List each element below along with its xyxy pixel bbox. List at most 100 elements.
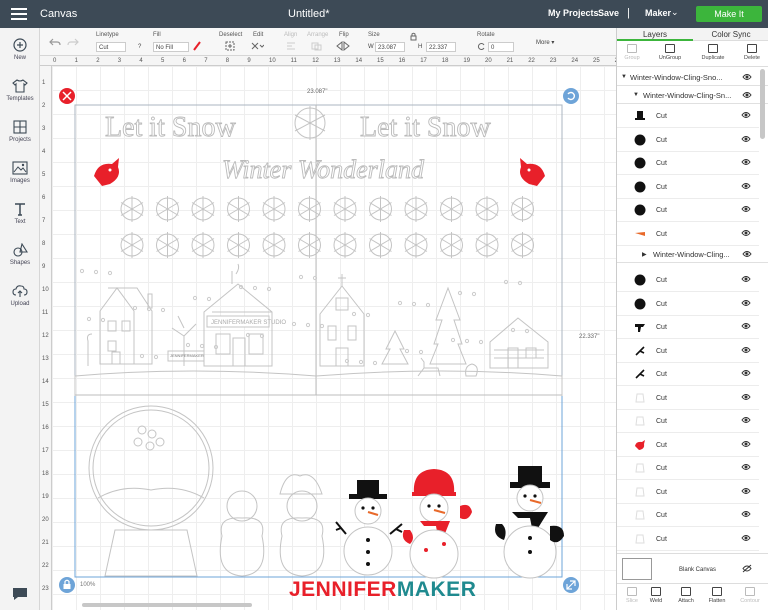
duplicate-button[interactable]: Duplicate — [698, 44, 728, 61]
blank-canvas-row[interactable]: Blank Canvas — [617, 553, 768, 583]
eye-icon[interactable] — [741, 533, 751, 543]
arrange-icon[interactable] — [311, 42, 323, 51]
sidebar-item-images[interactable]: Images — [0, 161, 40, 184]
layer-row[interactable]: Cut — [617, 363, 759, 386]
eye-icon[interactable] — [741, 157, 751, 167]
tab-color-sync[interactable]: Color Sync — [693, 30, 768, 39]
eye-icon[interactable] — [741, 110, 751, 120]
layer-row[interactable]: Cut — [617, 340, 759, 363]
layer-row[interactable]: Cut — [617, 410, 759, 433]
contour-button[interactable]: Contour — [735, 587, 765, 604]
blank-canvas-swatch[interactable] — [622, 558, 652, 580]
layer-row[interactable]: Cut — [617, 129, 759, 152]
snowflake[interactable] — [298, 196, 321, 222]
size-width-input[interactable]: 23.087 — [375, 42, 405, 52]
let-it-snow-text-right[interactable]: Let it Snow — [360, 112, 492, 144]
chevron-down-icon[interactable]: ▼ — [621, 74, 627, 80]
edit-icon[interactable] — [250, 41, 264, 51]
snowflake[interactable] — [440, 232, 463, 258]
sidebar-item-projects[interactable]: Projects — [0, 120, 40, 143]
eye-icon[interactable] — [741, 368, 751, 378]
snowman-black-hat[interactable] — [335, 480, 403, 576]
snowman-outline-2[interactable] — [279, 474, 325, 577]
snowman-outline-1[interactable] — [219, 490, 265, 577]
make-it-button[interactable]: Make It — [696, 6, 762, 22]
red-bird-right[interactable] — [520, 158, 545, 186]
eye-icon[interactable] — [742, 250, 752, 258]
sidebar-item-upload[interactable]: Upload — [0, 284, 40, 307]
layer-row[interactable]: Cut — [617, 199, 759, 222]
layers-scrollbar[interactable] — [760, 69, 765, 139]
snowflake[interactable] — [227, 232, 250, 258]
resize-handle[interactable] — [563, 577, 579, 593]
machine-selector[interactable]: Maker — [645, 8, 671, 18]
sidebar-item-shapes[interactable]: Shapes — [0, 243, 40, 266]
eye-icon[interactable] — [742, 73, 752, 81]
layer-row[interactable]: Cut — [617, 457, 759, 480]
redo-icon[interactable] — [67, 38, 79, 47]
layer-group-nested[interactable]: ▶ Winter-Window-Cling... — [617, 246, 768, 263]
eye-icon[interactable] — [741, 298, 751, 308]
chevron-right-icon[interactable]: ▶ — [642, 251, 647, 258]
snowflake[interactable] — [404, 232, 428, 258]
layer-row[interactable]: Cut — [617, 528, 759, 551]
layer-row[interactable]: Cut — [617, 223, 759, 246]
snowflake[interactable] — [191, 196, 215, 222]
chevron-down-icon[interactable]: ▼ — [633, 92, 639, 98]
lock-icon[interactable] — [410, 32, 417, 41]
design-canvas[interactable]: Let it Snow Let it Snow Winter Wonderlan… — [52, 66, 616, 610]
eye-icon[interactable] — [741, 392, 751, 402]
snowflake[interactable] — [120, 196, 144, 222]
delete-button[interactable]: Delete — [737, 44, 767, 61]
delete-handle[interactable] — [59, 88, 75, 104]
snowflake[interactable] — [227, 196, 250, 222]
snowflake[interactable] — [475, 232, 499, 258]
layer-row[interactable]: Cut — [617, 504, 759, 527]
horizontal-scrollbar[interactable] — [82, 603, 252, 607]
sidebar-item-text[interactable]: Text — [0, 202, 40, 225]
snowflake[interactable] — [298, 232, 321, 258]
snowflake[interactable] — [333, 232, 357, 258]
snowflake[interactable] — [333, 196, 357, 222]
snowflake[interactable] — [475, 196, 499, 222]
snowman-top-hat[interactable] — [495, 466, 564, 579]
eye-icon[interactable] — [741, 228, 751, 238]
eye-icon[interactable] — [741, 204, 751, 214]
tab-layers[interactable]: Layers — [617, 30, 693, 41]
snowflake[interactable] — [262, 232, 286, 258]
layer-row[interactable]: Cut — [617, 105, 759, 128]
snowflake[interactable] — [440, 196, 463, 222]
rotate-input[interactable]: 0 — [488, 42, 514, 52]
eye-icon[interactable] — [741, 462, 751, 472]
eye-icon[interactable] — [741, 321, 751, 331]
linetype-select[interactable]: Cut — [96, 42, 126, 52]
align-icon[interactable] — [286, 42, 298, 51]
winter-wonderland-text[interactable]: Winter Wonderland — [222, 155, 426, 185]
snowflake[interactable] — [511, 232, 534, 258]
eye-icon[interactable] — [742, 91, 752, 99]
more-menu[interactable]: More ▾ — [534, 38, 556, 48]
snowflake[interactable] — [156, 196, 179, 222]
eye-icon[interactable] — [741, 439, 751, 449]
layer-group-main[interactable]: ▼ Winter-Window-Cling-Sno... — [617, 69, 768, 86]
layer-row[interactable]: Cut — [617, 434, 759, 457]
my-projects-link[interactable]: My Projects — [548, 8, 599, 18]
flip-icon[interactable] — [336, 41, 352, 51]
linetype-help[interactable]: ? — [136, 42, 143, 52]
undo-icon[interactable] — [49, 38, 61, 47]
snowflake-grid[interactable] — [120, 196, 534, 258]
eye-icon[interactable] — [741, 486, 751, 496]
deselect-icon[interactable] — [225, 41, 235, 51]
village-scene[interactable]: JENNIFERMAKER JENNIFERMAKER STUDIO — [74, 263, 563, 396]
eye-icon[interactable] — [741, 415, 751, 425]
snowflake[interactable] — [156, 232, 179, 258]
eye-icon[interactable] — [741, 274, 751, 284]
snowflake[interactable] — [369, 232, 392, 258]
layer-row[interactable]: Cut — [617, 293, 759, 316]
let-it-snow-text-left[interactable]: Let it Snow — [105, 112, 237, 144]
eye-icon[interactable] — [741, 345, 751, 355]
fill-select[interactable]: No Fill — [153, 42, 189, 52]
layer-row[interactable]: Cut — [617, 481, 759, 504]
chat-bubble-icon[interactable] — [11, 586, 29, 602]
snowflake-top[interactable] — [294, 106, 326, 140]
